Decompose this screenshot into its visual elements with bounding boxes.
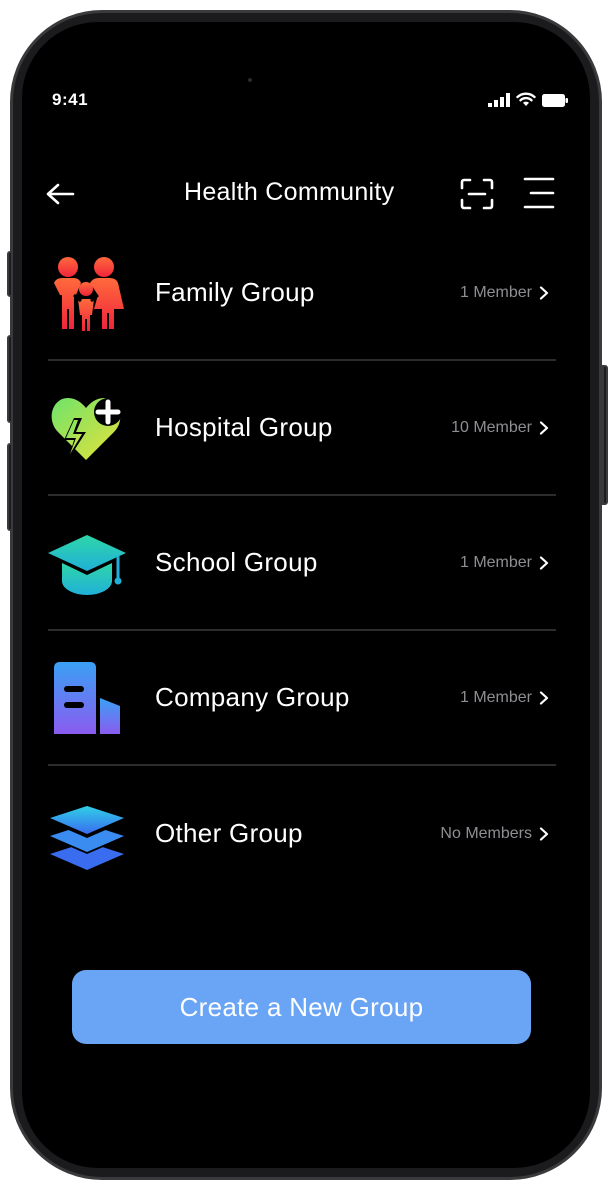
chevron-right-icon bbox=[539, 555, 549, 570]
chevron-right-icon bbox=[539, 826, 549, 841]
group-name: Other Group bbox=[155, 818, 303, 848]
graduation-cap-icon bbox=[48, 523, 126, 603]
create-group-button[interactable]: Create a New Group bbox=[72, 970, 531, 1044]
status-bar: 9:41 bbox=[52, 90, 568, 114]
header: Health Community bbox=[44, 170, 568, 218]
back-button[interactable] bbox=[44, 176, 84, 212]
group-row-hospital[interactable]: Hospital Group 10 Member bbox=[48, 361, 556, 496]
group-row-company[interactable]: Company Group 1 Member bbox=[48, 631, 556, 766]
arrow-left-icon bbox=[46, 183, 75, 205]
group-member-count: 1 Member bbox=[459, 553, 532, 571]
battery-icon bbox=[542, 94, 568, 107]
page-title: Health Community bbox=[184, 178, 395, 206]
chevron-right-icon bbox=[539, 690, 549, 705]
camera-dot bbox=[248, 78, 252, 82]
building-icon bbox=[48, 658, 126, 738]
group-name: Family Group bbox=[155, 277, 315, 307]
group-member-count: 1 Member bbox=[459, 283, 532, 301]
status-icons bbox=[488, 92, 568, 107]
family-icon bbox=[48, 253, 126, 333]
wifi-icon bbox=[516, 92, 536, 106]
menu-icon bbox=[523, 177, 555, 209]
phone-side-button bbox=[7, 443, 13, 531]
group-member-count: No Members bbox=[440, 824, 532, 842]
group-member-count: 1 Member bbox=[459, 688, 532, 706]
group-name: School Group bbox=[155, 547, 318, 577]
heart-health-icon bbox=[48, 388, 126, 468]
phone-side-button bbox=[602, 365, 608, 505]
phone-side-button bbox=[7, 251, 13, 297]
layers-icon bbox=[48, 794, 126, 874]
chevron-right-icon bbox=[539, 285, 549, 300]
group-member-count: 10 Member bbox=[451, 418, 532, 436]
scan-button[interactable] bbox=[460, 178, 494, 210]
chevron-right-icon bbox=[539, 420, 549, 435]
status-time: 9:41 bbox=[52, 90, 89, 109]
group-row-family[interactable]: Family Group 1 Member bbox=[48, 226, 556, 361]
signal-icon bbox=[488, 93, 510, 107]
group-row-school[interactable]: School Group 1 Member bbox=[48, 496, 556, 631]
group-name: Company Group bbox=[155, 682, 350, 712]
group-list: Family Group 1 Member Hospital Group 10 … bbox=[48, 226, 556, 901]
phone-side-button bbox=[7, 335, 13, 423]
group-row-other[interactable]: Other Group No Members bbox=[48, 766, 556, 901]
group-name: Hospital Group bbox=[155, 412, 333, 442]
scan-icon bbox=[460, 178, 494, 210]
menu-button[interactable] bbox=[522, 176, 556, 210]
